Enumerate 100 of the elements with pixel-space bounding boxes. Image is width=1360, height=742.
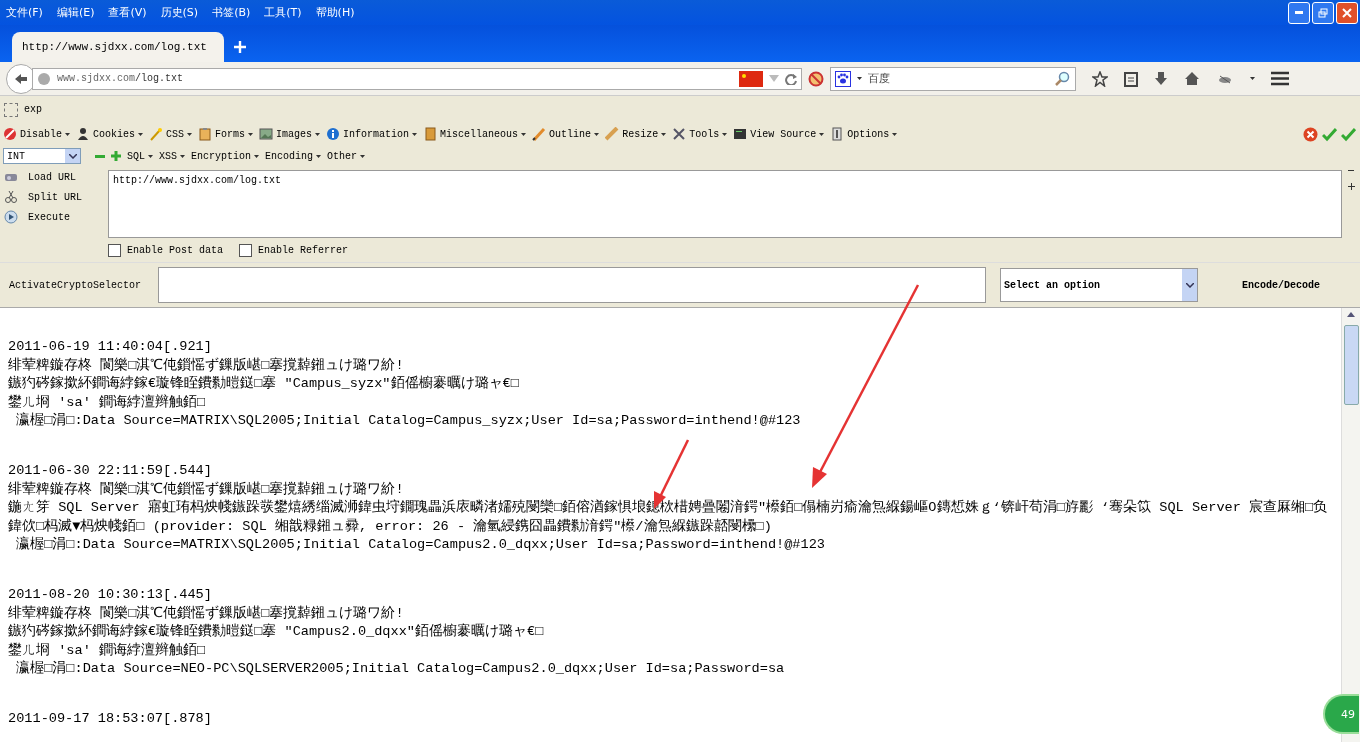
blocked-icon[interactable] — [808, 70, 824, 87]
hackbar-menu[interactable]: Resize — [605, 127, 667, 141]
log-line: 绯荤粺鏇存柊 閬樂□淇℃伅鎻愮ず鏁版嵁□搴撹繛鎺ュけ璐ワ紒! — [8, 356, 405, 375]
play-icon — [4, 210, 18, 224]
caret-icon — [254, 154, 260, 158]
action-link[interactable]: Execute — [4, 210, 108, 224]
log-line: 绯荤粺鏇存柊 閬樂□淇℃伅鎻愮ず鏁版嵁□搴撹繛鎺ュけ璐ワ紒! — [8, 604, 405, 623]
menu-item[interactable]: 工具(T) — [264, 5, 302, 20]
log-timestamp: 2011-09-17 18:53:07[.878] — [8, 709, 213, 728]
menu-icon[interactable] — [1271, 71, 1289, 86]
crypto-field[interactable] — [158, 267, 986, 303]
log-line: 绯荤粺鏇存柊 閬樂□淇℃伅鎻愮ず鏁版嵁□搴撹繛鎺ュけ璐ワ紒! — [8, 480, 405, 499]
hackbar-menu[interactable]: CSS — [149, 127, 193, 141]
search-icon[interactable] — [1055, 70, 1071, 87]
hackbar-menu[interactable]: Other — [327, 150, 366, 162]
encode-decode-button[interactable]: Encode/Decode — [1236, 278, 1326, 292]
caret-icon — [138, 132, 144, 136]
caret-icon — [819, 132, 825, 136]
caret-icon — [412, 132, 418, 136]
menu-item[interactable]: 书签(B) — [212, 5, 251, 20]
caret-icon — [661, 132, 667, 136]
scroll-up-icon[interactable] — [1347, 312, 1355, 317]
caret-icon — [180, 154, 186, 158]
hackbar-menu[interactable]: Encryption — [191, 150, 260, 162]
hackbar-menu[interactable]: Forms — [198, 127, 254, 141]
minus-icon[interactable] — [95, 154, 105, 158]
scissors-icon — [4, 190, 18, 204]
hackbar-menu[interactable]: Outline — [532, 127, 600, 141]
menu-item[interactable]: 历史(S) — [160, 5, 199, 20]
hackbar-menu[interactable]: Encoding — [265, 150, 322, 162]
caret-icon — [892, 132, 898, 136]
home-icon[interactable] — [1184, 71, 1200, 86]
log-line: 鐢ㄦ埛 'sa' 鐧诲綍澶辫触銆□ — [8, 393, 207, 412]
browser-tab[interactable]: http://www.sjdxx.com/log.txt — [12, 32, 224, 62]
action-link[interactable]: Split URL — [4, 190, 108, 204]
menu-item[interactable]: 帮助(H) — [315, 5, 355, 20]
list-icon[interactable] — [1124, 70, 1138, 87]
log-line: 鏃犳硶鎵撳紑鐧诲綍鎵€璇锋眰鐨勬暟鎹□搴 "Campus2.0_dqxx"銆傜櫥褰曞け璐ャ€□ — [8, 623, 545, 642]
person-icon — [76, 127, 90, 141]
restore-icon — [1318, 7, 1328, 18]
option-select[interactable]: Select an option — [1000, 268, 1198, 302]
hackbar-menu[interactable]: XSS — [159, 150, 186, 162]
log-timestamp: 2011-06-19 11:40:04[.921] — [8, 338, 213, 356]
reload-icon[interactable] — [785, 72, 797, 85]
wand-icon — [149, 127, 164, 141]
star-icon[interactable] — [1092, 70, 1108, 87]
stop-icon — [3, 127, 17, 141]
check-icon[interactable] — [1341, 126, 1356, 142]
caret-icon — [148, 154, 153, 158]
scrollbar[interactable] — [1341, 308, 1360, 742]
log-line: 鏃犳硶鎵撳紑鐧诲綍鎵€璇锋眰鐨勬暟鎹□搴 "Campus_syzx"銆傜櫥褰曞け璐ャ€□ — [8, 375, 520, 394]
scroll-thumb[interactable] — [1343, 325, 1359, 405]
hackbar-menu[interactable]: Options — [830, 127, 898, 141]
clipboard-icon — [198, 127, 213, 141]
action-link[interactable]: Load URL — [4, 170, 108, 184]
plus-icon[interactable] — [1347, 183, 1355, 190]
menu-item[interactable]: 文件(F) — [6, 5, 43, 20]
hackbar-menu[interactable]: Information — [326, 127, 418, 141]
search-field[interactable]: 百度 — [830, 66, 1076, 91]
hackbar-menu[interactable]: SQL — [127, 150, 153, 162]
hackbar-menu[interactable]: Cookies — [76, 127, 144, 141]
caret-icon — [187, 132, 193, 136]
menu-item[interactable]: 编辑(E) — [56, 5, 95, 20]
address-bar[interactable]: www.sjdxx.com/log.txt — [32, 67, 802, 90]
hackbar-menu[interactable]: View Source — [733, 127, 825, 141]
switch-icon — [830, 127, 845, 141]
caret-icon — [857, 77, 862, 80]
paw-icon — [835, 70, 851, 87]
minimize-button[interactable] — [1288, 1, 1310, 24]
image-icon — [259, 127, 274, 141]
caret-icon — [521, 132, 527, 136]
hackbar-menu[interactable]: Miscellaneous — [423, 127, 527, 141]
hackbar-menu[interactable]: Tools — [672, 127, 728, 141]
type-select[interactable]: INT — [3, 148, 81, 164]
download-icon[interactable] — [1154, 70, 1168, 87]
tools-icon — [672, 127, 687, 141]
log-timestamp: 2011-06-30 22:11:59[.544] — [8, 461, 213, 480]
close-button[interactable] — [1336, 1, 1358, 24]
globe-icon — [37, 71, 51, 86]
option-checkbox[interactable]: Enable Referrer — [239, 243, 349, 257]
hackbar-menu[interactable]: Images — [259, 127, 321, 141]
log-timestamp: 2011-08-20 10:30:13[.445] — [8, 585, 213, 604]
bookmark-item[interactable]: exp — [4, 102, 42, 117]
caret-icon — [316, 154, 322, 158]
log-line: 瀛楃□涓□:Data Source=MATRIX\SQL2005;Initial Catalog=Campus2.0_dqxx;User Id=sa;Password=inthend!@#123 — [15, 536, 826, 555]
hackbar-menu[interactable]: Disable — [3, 127, 70, 141]
close-icon — [1342, 7, 1352, 18]
log-line: 瀛楃□涓□:Data Source=NEO-PC\SQLSERVER2005;Initial Catalog=Campus2.0_dqxx;User Id=sa;Password=sa — [15, 660, 786, 679]
terminal-icon — [733, 127, 748, 141]
info-icon — [326, 127, 341, 141]
caret-icon — [1250, 77, 1255, 80]
check-icon[interactable] — [1322, 126, 1337, 142]
menu-item[interactable]: 查看(V) — [108, 5, 147, 20]
close-icon[interactable] — [1303, 126, 1318, 142]
option-checkbox[interactable]: Enable Post data — [108, 243, 223, 257]
caret-icon — [360, 154, 366, 158]
restore-button[interactable] — [1312, 1, 1334, 24]
new-tab-icon[interactable] — [234, 40, 246, 53]
url-field[interactable]: http://www.sjdxx.com/log.txt — [108, 170, 1342, 238]
caret-icon — [722, 132, 728, 136]
